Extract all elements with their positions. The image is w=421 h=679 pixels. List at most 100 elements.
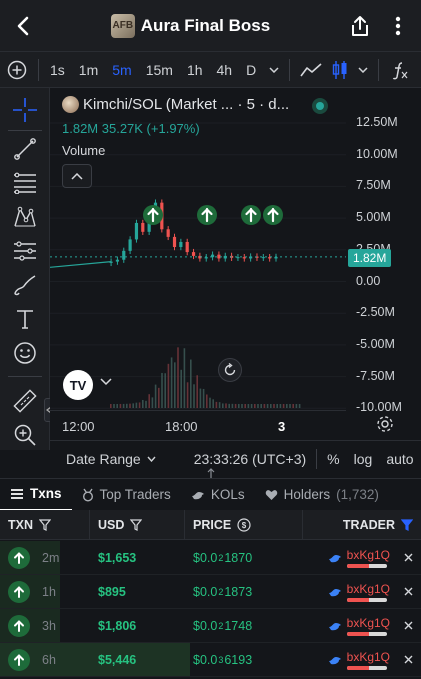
table-row[interactable]: 2m $1,653 $0.0 2 1870 bxKg1Q	[0, 541, 421, 575]
collapse-legend-button[interactable]	[62, 164, 92, 188]
timeframe-dropdown[interactable]	[263, 52, 285, 88]
add-indicator-button[interactable]	[0, 52, 34, 88]
timeframe-4h[interactable]: 4h	[210, 52, 240, 88]
reset-chart-button[interactable]	[218, 358, 242, 382]
tab-holders[interactable]: Holders (1,732)	[255, 479, 389, 511]
filter-icon[interactable]	[401, 518, 413, 531]
col-usd[interactable]: USD	[90, 509, 185, 540]
filter-icon[interactable]	[39, 518, 51, 531]
trader-cell[interactable]: bxKg1Q	[303, 643, 421, 677]
coin-icon	[62, 96, 79, 113]
more-vertical-icon	[395, 16, 401, 35]
emoji-tool[interactable]	[0, 336, 50, 370]
timeframe-1h[interactable]: 1h	[180, 52, 210, 88]
log-scale-toggle[interactable]: log	[354, 451, 373, 467]
col-price[interactable]: PRICE $	[185, 509, 303, 540]
volume-bar	[234, 403, 237, 408]
volume-bar	[206, 394, 208, 408]
candle-body	[122, 250, 126, 260]
tradingview-logo[interactable]: TV	[63, 370, 93, 400]
candle-body	[191, 252, 196, 256]
volume-bar	[148, 394, 150, 408]
table-row[interactable]: 6h $5,446 $0.0 3 6193 bxKg1Q	[0, 643, 421, 677]
clock-display[interactable]: 23:33:26 (UTC+3)	[194, 451, 306, 467]
more-button[interactable]	[379, 0, 417, 52]
price-cell: $0.0 2 1870	[185, 541, 303, 575]
trader-address[interactable]: bxKg1Q	[347, 616, 390, 630]
trader-address[interactable]: bxKg1Q	[347, 650, 390, 664]
percent-scale-toggle[interactable]: %	[327, 451, 339, 467]
chevron-down-icon[interactable]	[100, 378, 112, 386]
trader-address[interactable]: bxKg1Q	[347, 548, 390, 562]
indicators-button[interactable]	[383, 52, 417, 88]
trader-address[interactable]: bxKg1Q	[347, 582, 390, 596]
toolbar-divider	[38, 58, 39, 81]
volume-bar	[193, 384, 195, 408]
list-icon	[11, 488, 23, 499]
volume-bar	[186, 382, 189, 408]
price-chart[interactable]: Kimchi/SOL (Market ... · 5 · d... 1.82M …	[50, 88, 421, 440]
tab-top-traders[interactable]: Top Traders	[72, 479, 181, 511]
chevron-down-icon	[269, 66, 279, 73]
line-chart-button[interactable]	[294, 52, 328, 88]
txn-age: 3h	[42, 618, 56, 633]
timeframe-1s[interactable]: 1s	[43, 52, 72, 88]
pattern-tool[interactable]	[0, 200, 50, 234]
trader-cell[interactable]: bxKg1Q	[303, 541, 421, 575]
price-tick-label: 10.00M	[356, 146, 398, 161]
date-range-button[interactable]: Date Range	[66, 451, 156, 467]
price-axis[interactable]: 12.50M10.00M7.50M5.00M2.50M0.00-2.50M-5.…	[346, 88, 421, 414]
timeframe-1m[interactable]: 1m	[72, 52, 105, 88]
holders-count: (1,732)	[336, 487, 379, 502]
price-tick-label: -2.50M	[356, 305, 395, 320]
tab-txns[interactable]: Txns	[0, 479, 72, 511]
col-trader[interactable]: TRADER	[303, 510, 421, 540]
time-tick-label: 18:00	[165, 419, 198, 434]
candles-button[interactable]	[328, 52, 352, 88]
timeframe-5m[interactable]: 5m	[105, 52, 138, 88]
zoom-tool[interactable]	[0, 418, 50, 452]
auto-scale-toggle[interactable]: auto	[386, 451, 413, 467]
candle-body	[141, 222, 145, 232]
candle-body	[109, 261, 113, 263]
trader-cell[interactable]: bxKg1Q	[303, 575, 421, 609]
trend-line-tool[interactable]	[0, 132, 50, 166]
close-icon[interactable]	[404, 655, 413, 664]
chart-legend[interactable]: Kimchi/SOL (Market ... · 5 · d...	[62, 96, 289, 113]
time-tick-label: 12:00	[62, 419, 95, 434]
price-tick-label: 5.00M	[356, 210, 391, 225]
crosshair-tool[interactable]	[0, 93, 50, 127]
fib-tool[interactable]	[0, 166, 50, 200]
table-row[interactable]: 1h $895 $0.0 2 1873 bxKg1Q	[0, 575, 421, 609]
ruler-icon	[13, 389, 37, 413]
close-icon[interactable]	[404, 621, 413, 630]
ruler-tool[interactable]	[0, 384, 50, 418]
price-tick-label: 0.00	[356, 273, 381, 288]
brush-tool[interactable]	[0, 268, 50, 302]
close-icon[interactable]	[404, 553, 413, 562]
close-icon[interactable]	[404, 587, 413, 596]
tab-kols[interactable]: KOLs	[181, 479, 255, 511]
share-button[interactable]	[341, 0, 379, 52]
text-tool[interactable]	[0, 302, 50, 336]
chart-type-dropdown[interactable]	[352, 52, 374, 88]
volume-bar	[199, 388, 202, 408]
timeframe-D[interactable]: D	[239, 52, 263, 88]
usd-cell: $5,446	[98, 652, 137, 667]
trader-cell[interactable]: bxKg1Q	[303, 609, 421, 643]
txn-age: 6h	[42, 652, 56, 667]
projection-tool[interactable]	[0, 234, 50, 268]
timeframe-15m[interactable]: 15m	[139, 52, 180, 88]
volume-bar	[263, 404, 266, 408]
col-usd-label: USD	[98, 517, 125, 532]
dollar-circle-icon[interactable]: $	[237, 517, 251, 532]
filter-icon[interactable]	[130, 518, 143, 531]
volume-bar	[196, 375, 198, 408]
col-txn-label: TXN	[8, 517, 33, 532]
back-button[interactable]	[0, 0, 46, 52]
chart-settings-button[interactable]	[376, 415, 394, 438]
candle-body	[172, 236, 177, 248]
table-row[interactable]: 3h $1,806 $0.0 2 1748 bxKg1Q	[0, 609, 421, 643]
col-txn[interactable]: TXN	[0, 509, 90, 540]
time-axis[interactable]: 12:00 18:00 3	[50, 410, 346, 440]
